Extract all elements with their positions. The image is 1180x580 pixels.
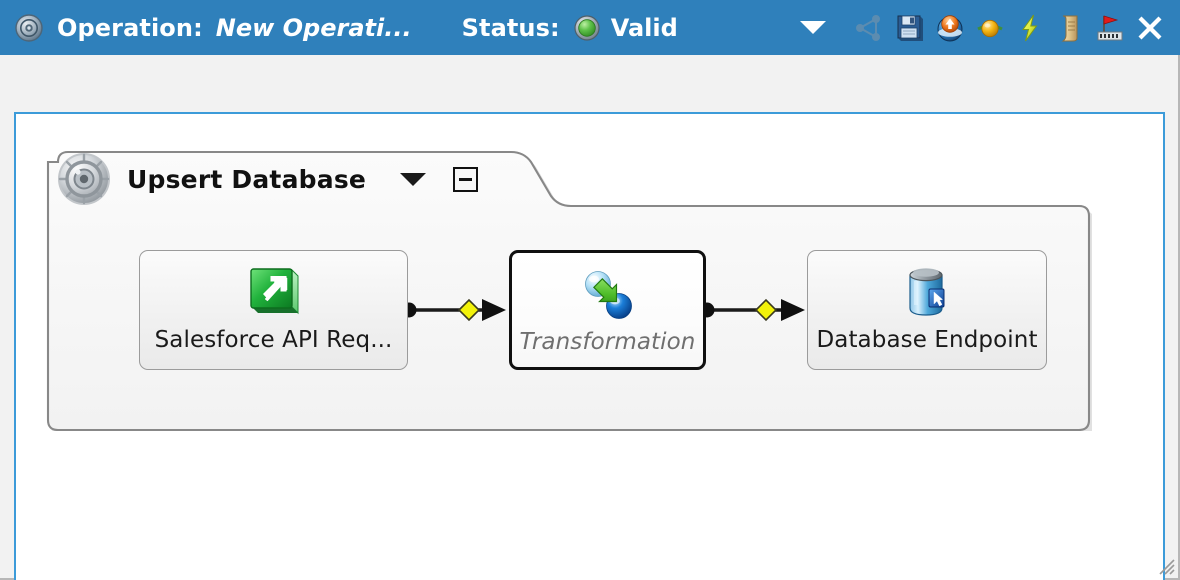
window-titlebar: Operation: New Operati... Status: Valid (0, 0, 1180, 55)
operation-gear-icon (14, 13, 44, 43)
group-header: Upsert Database (46, 150, 479, 208)
operation-canvas[interactable]: Upsert Database Salesforce API Req... Tr… (14, 112, 1165, 580)
operation-label: Operation: (57, 13, 203, 42)
operation-gear-icon (55, 150, 113, 208)
node-label: Transformation (519, 329, 696, 355)
operation-group-upsert-database[interactable]: Upsert Database Salesforce API Req... Tr… (46, 150, 1092, 431)
flag-milestone-icon[interactable] (1090, 8, 1130, 48)
status-value: Valid (610, 13, 678, 42)
graph-view-icon[interactable] (850, 8, 890, 48)
status-label: Status: (461, 13, 560, 42)
group-title: Upsert Database (127, 164, 367, 194)
chevron-down-icon[interactable] (400, 172, 427, 186)
save-icon[interactable] (890, 8, 930, 48)
transformation-spheres-icon (576, 263, 640, 327)
collapse-minus-icon[interactable] (453, 166, 479, 192)
close-icon[interactable] (1130, 8, 1170, 48)
green-circle-status-icon (574, 14, 600, 41)
resize-grip[interactable] (1155, 555, 1175, 575)
flow-node-transformation[interactable]: Transformation (509, 250, 706, 370)
chevron-down-icon[interactable] (790, 8, 836, 48)
flow-node-database-endpoint[interactable]: Database Endpoint (807, 250, 1047, 370)
node-label: Database Endpoint (816, 327, 1038, 353)
node-label: Salesforce API Req... (154, 327, 393, 353)
database-cylinder-icon (895, 261, 959, 325)
green-arrow-request-icon (242, 261, 306, 325)
scroll-log-icon[interactable] (1050, 8, 1090, 48)
operation-designer-window: Operation: New Operati... Status: Valid … (0, 0, 1180, 580)
window-body-frame: Upsert Database Salesforce API Req... Tr… (0, 55, 1180, 580)
flow-node-salesforce-api-request[interactable]: Salesforce API Req... (139, 250, 408, 370)
orange-sphere-icon[interactable] (970, 8, 1010, 48)
operation-name[interactable]: New Operati... (216, 14, 412, 42)
deploy-globe-icon[interactable] (930, 8, 970, 48)
lightning-bolt-icon[interactable] (1010, 8, 1050, 48)
titlebar-actions (790, 8, 1180, 48)
